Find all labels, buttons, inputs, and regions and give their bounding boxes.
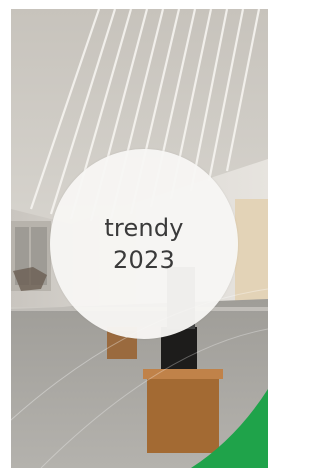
badge-year: 2023 (113, 246, 175, 274)
gallery-promo-card[interactable]: trendy 2023 (11, 9, 268, 468)
badge-title: trendy (104, 214, 184, 242)
trend-badge: trendy 2023 (50, 149, 238, 339)
